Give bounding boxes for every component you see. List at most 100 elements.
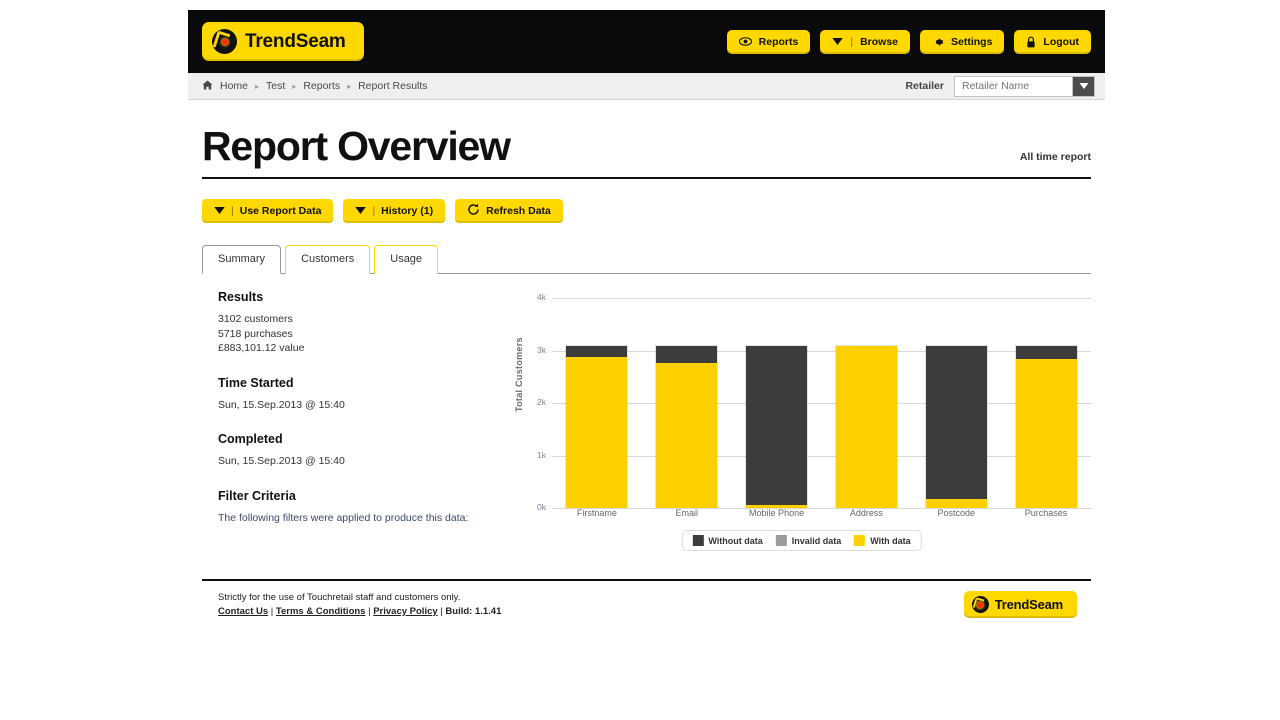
refresh-data-button[interactable]: Refresh Data xyxy=(455,199,563,223)
footer-notice: Strictly for the use of Touchretail staf… xyxy=(218,591,501,605)
breadcrumb-item-test[interactable]: Test xyxy=(266,80,285,92)
nav-button-settings[interactable]: Settings xyxy=(920,30,1004,54)
breadcrumb-item-reports[interactable]: Reports xyxy=(303,80,340,92)
results-value: £883,101.12 value xyxy=(218,341,512,356)
chart-legend-item[interactable]: Without data xyxy=(692,535,762,546)
chart-bar-segment xyxy=(836,346,897,508)
chart-y-tick-label: 1k xyxy=(537,450,546,460)
retailer-label: Retailer xyxy=(905,80,944,92)
top-navigation-bar: TrendSeam Reports | Browse Settin xyxy=(188,10,1105,73)
primary-nav: Reports | Browse Settings Logout xyxy=(727,30,1091,54)
breadcrumb: Home ▸ Test ▸ Reports ▸ Report Results xyxy=(202,80,428,93)
refresh-data-label: Refresh Data xyxy=(486,205,551,217)
chart-bar-group[interactable] xyxy=(642,298,732,508)
chart-x-tick-label: Purchases xyxy=(1001,508,1091,518)
chart-legend-label: Without data xyxy=(708,536,762,546)
use-report-data-button[interactable]: | Use Report Data xyxy=(202,199,333,223)
time-started-value: Sun, 15.Sep.2013 @ 15:40 xyxy=(218,398,512,413)
breadcrumb-separator: ▸ xyxy=(255,82,259,91)
app-window: TrendSeam Reports | Browse Settin xyxy=(188,10,1105,619)
chart-x-tick-label: Firstname xyxy=(552,508,642,518)
trendseam-logo-icon xyxy=(972,596,989,613)
footer-logo-label: TrendSeam xyxy=(995,597,1063,612)
chart-legend-swatch xyxy=(692,535,703,546)
nav-button-browse[interactable]: | Browse xyxy=(820,30,910,54)
lock-icon xyxy=(1026,36,1036,48)
chart-legend-item[interactable]: With data xyxy=(854,535,910,546)
retailer-input[interactable] xyxy=(955,77,1072,96)
completed-heading: Completed xyxy=(218,432,512,446)
caret-down-icon xyxy=(355,205,366,217)
results-heading: Results xyxy=(218,290,512,304)
footer-link-privacy[interactable]: Privacy Policy xyxy=(373,606,437,617)
chart-bar-segment xyxy=(656,363,717,508)
footer-link-contact-us[interactable]: Contact Us xyxy=(218,606,268,617)
chart-y-tick-label: 2k xyxy=(537,397,546,407)
tab-customers[interactable]: Customers xyxy=(285,245,370,274)
eye-icon xyxy=(739,37,752,46)
footer-link-terms[interactable]: Terms & Conditions xyxy=(276,606,366,617)
chart-legend: Without data Invalid data With data xyxy=(681,530,921,551)
retailer-dropdown-button[interactable] xyxy=(1072,77,1094,96)
nav-button-browse-label: Browse xyxy=(860,36,898,48)
action-toolbar: | Use Report Data | History (1) Refresh … xyxy=(202,179,1091,223)
chart-bar-segment xyxy=(926,346,987,498)
breadcrumb-separator: ▸ xyxy=(347,82,351,91)
chart-legend-label: With data xyxy=(870,536,910,546)
brand-logo-label: TrendSeam xyxy=(245,31,346,53)
chart-x-axis: FirstnameEmailMobile PhoneAddressPostcod… xyxy=(552,508,1091,518)
nav-button-logout[interactable]: Logout xyxy=(1014,30,1091,54)
chart-y-tick-label: 0k xyxy=(537,502,546,512)
nav-button-reports-label: Reports xyxy=(759,36,799,48)
chart-bar-segment xyxy=(1016,346,1077,359)
breadcrumb-item-home[interactable]: Home xyxy=(220,80,248,92)
chart-legend-item[interactable]: Invalid data xyxy=(776,535,842,546)
breadcrumb-separator: ▸ xyxy=(292,82,296,91)
chart-bar-group[interactable] xyxy=(821,298,911,508)
page-title: Report Overview xyxy=(202,126,510,167)
summary-details: Results 3102 customers 5718 purchases £8… xyxy=(202,290,512,555)
retailer-selector: Retailer xyxy=(905,76,1095,97)
tab-usage[interactable]: Usage xyxy=(374,245,438,274)
chart-x-tick-label: Address xyxy=(821,508,911,518)
chart-bar-segment xyxy=(746,346,807,505)
gear-icon xyxy=(932,36,944,48)
history-label: History (1) xyxy=(381,205,433,217)
chart-y-tick-label: 4k xyxy=(537,292,546,302)
retailer-combobox[interactable] xyxy=(954,76,1095,97)
footer-logo[interactable]: TrendSeam xyxy=(964,591,1077,618)
home-icon[interactable] xyxy=(202,80,213,93)
chart-bar-segment xyxy=(566,346,627,357)
chart-bar-segment xyxy=(656,346,717,363)
chart-y-tick-label: 3k xyxy=(537,345,546,355)
breadcrumb-item-report-results[interactable]: Report Results xyxy=(358,80,427,92)
chart-bar-group[interactable] xyxy=(552,298,642,508)
filter-criteria-text: The following filters were applied to pr… xyxy=(218,511,512,526)
chart-bar-group[interactable] xyxy=(732,298,822,508)
trendseam-logo-icon xyxy=(212,29,237,54)
page-footer: Strictly for the use of Touchretail staf… xyxy=(202,579,1091,619)
caret-down-icon xyxy=(214,205,225,217)
chart-bar-group[interactable] xyxy=(911,298,1001,508)
chart-bar-segment xyxy=(926,499,987,508)
customer-data-chart: Total Customers 0k1k2k3k4k FirstnameEmai… xyxy=(512,290,1091,555)
chevron-down-icon xyxy=(832,38,843,45)
footer-links: Contact Us | Terms & Conditions | Privac… xyxy=(218,605,501,619)
time-started-heading: Time Started xyxy=(218,376,512,390)
chart-x-tick-label: Postcode xyxy=(911,508,1001,518)
main-content: Report Overview All time report | Use Re… xyxy=(188,100,1105,619)
nav-browse-divider: | xyxy=(850,36,853,48)
tab-bar: Summary Customers Usage xyxy=(202,245,1091,274)
page-title-row: Report Overview All time report xyxy=(202,100,1091,179)
tab-summary[interactable]: Summary xyxy=(202,245,281,274)
results-customers: 3102 customers xyxy=(218,312,512,327)
chart-bar-group[interactable] xyxy=(1001,298,1091,508)
completed-value: Sun, 15.Sep.2013 @ 15:40 xyxy=(218,454,512,469)
history-button[interactable]: | History (1) xyxy=(343,199,445,223)
brand-logo[interactable]: TrendSeam xyxy=(202,22,364,61)
nav-button-reports[interactable]: Reports xyxy=(727,30,811,54)
chart-x-tick-label: Email xyxy=(642,508,732,518)
use-report-data-divider: | xyxy=(231,205,234,217)
breadcrumb-bar: Home ▸ Test ▸ Reports ▸ Report Results R… xyxy=(188,73,1105,100)
chart-legend-swatch xyxy=(854,535,865,546)
